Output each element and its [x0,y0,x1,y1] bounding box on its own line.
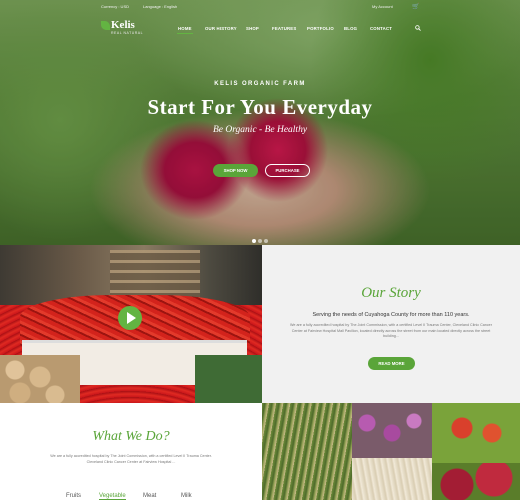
slider-dots [252,230,270,245]
tab-vegetable[interactable]: Vegetable [99,493,126,500]
market-shelf [110,250,200,300]
nav-item-blog[interactable]: BLOG [344,26,357,31]
greens-image [195,355,262,403]
language-selector[interactable]: Language : English [143,4,177,9]
nav-item-features[interactable]: FEATURES [272,26,296,31]
nav-item-contact[interactable]: CONTACT [370,26,392,31]
top-bar: Currency : USD Language : English My Acc… [0,4,520,14]
cart-icon[interactable]: 🛒 [412,3,419,10]
nav-item-portfolio[interactable]: PORTFOLIO [307,26,334,31]
our-story-body: We are a fully accredited hospital by Th… [290,323,492,338]
nav-item-home[interactable]: HOME [178,26,192,31]
shop-now-button[interactable]: SHOP NOW [213,164,258,177]
our-story-heading: Serving the needs of Cuyahoga County for… [312,312,470,318]
hero-title: Start For You Everyday [147,95,373,119]
slider-dot[interactable] [252,239,256,243]
play-video-icon[interactable] [118,306,142,330]
nav-active-indicator [177,33,193,34]
read-more-button[interactable]: READ MORE [368,357,415,370]
currency-selector[interactable]: Currency : USD [101,4,129,9]
search-icon[interactable] [415,25,421,31]
tab-fruits[interactable]: Fruits [66,493,81,499]
logo-tagline: REAL NATURAL [111,31,144,35]
nav-item-our-history[interactable]: OUR HISTORY [205,26,237,31]
purchase-button[interactable]: PURCHASE [265,164,310,177]
our-story-title: Our Story [361,285,421,301]
our-story-section: Our Story Serving the needs of Cuyahoga … [262,245,520,403]
tomatoes-image [432,403,520,463]
hero-image-overlay [0,0,520,245]
potatoes-image [0,355,80,403]
beets-image [432,463,520,500]
hero-subtitle: Be Organic - Be Healthy [212,125,308,135]
hero-banner: Currency : USD Language : English My Acc… [0,0,520,245]
tab-meat[interactable]: Meat [143,493,156,499]
vegetable-market-image [262,403,520,500]
logo[interactable]: Kelis [111,19,135,31]
garlic-image [352,458,432,500]
onions-image [352,403,432,458]
hero-kicker: KELIS ORGANIC FARM [214,81,306,87]
tab-milk[interactable]: Milk [181,493,192,499]
nav-item-shop[interactable]: SHOP [246,26,259,31]
green-onions-image [262,403,352,500]
what-we-do-section: What We Do? We are a fully accredited ho… [0,403,262,500]
slider-dot[interactable] [264,239,268,243]
my-account-link[interactable]: My Account [372,4,393,9]
what-we-do-body: We are a fully accredited hospital by Th… [50,454,212,464]
slider-dot[interactable] [258,239,262,243]
what-we-do-title: What We Do? [92,429,170,444]
logo-leaf-icon [101,21,110,30]
